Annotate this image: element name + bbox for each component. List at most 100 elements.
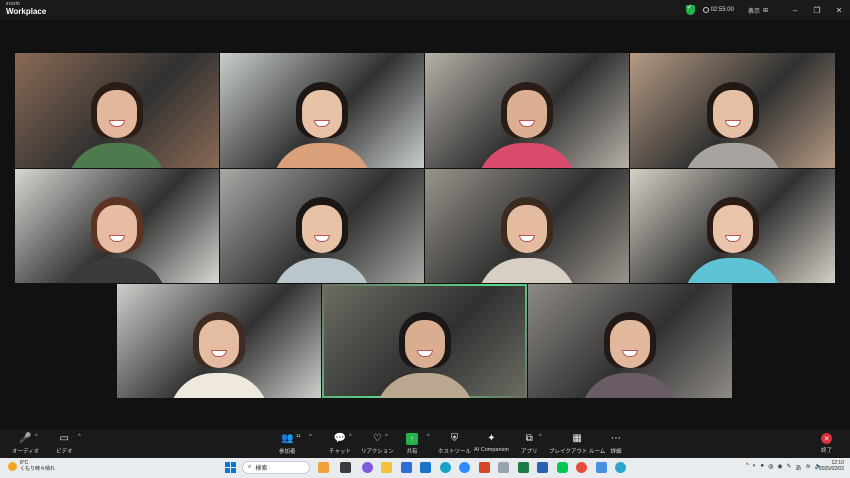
video-tile[interactable]: [528, 284, 732, 398]
ime-indicator[interactable]: あ: [795, 463, 801, 472]
system-clock[interactable]: 12:10 2025/02/02: [819, 460, 844, 473]
breakout-label: ブレイクアウト ルーム: [549, 449, 606, 455]
chat-icon: 💬: [333, 433, 347, 444]
face: [507, 90, 547, 138]
host-tools-button[interactable]: ⛨ ホストツール: [438, 433, 471, 456]
video-tile[interactable]: [630, 53, 835, 168]
ai-companion-label: AI Companion: [474, 447, 509, 453]
camera-icon: ▭: [59, 433, 69, 444]
taskbar-app-icon[interactable]: [401, 462, 412, 473]
title-bar: zoom Workplace 02:55:00 表示 ⊞ – ❐ ✕: [0, 0, 850, 20]
video-label: ビデオ: [56, 449, 73, 455]
meeting-timer: 02:55:00: [702, 7, 734, 13]
chat-options-caret[interactable]: ^: [349, 434, 352, 440]
face: [97, 90, 137, 138]
video-tile[interactable]: [220, 169, 424, 283]
reactions-options-caret[interactable]: ^: [385, 434, 388, 440]
taskbar-app-icon[interactable]: [498, 462, 509, 473]
participant-10: [370, 298, 480, 398]
participant-5: [62, 183, 172, 283]
shirt: [477, 143, 577, 168]
app-logo: zoom Workplace: [6, 2, 46, 16]
reactions-button[interactable]: ♡ リアクション: [361, 433, 394, 456]
shirt: [67, 143, 167, 168]
taskbar-app-icon[interactable]: [596, 462, 607, 473]
participants-count: 11: [296, 433, 301, 438]
breakout-rooms-button[interactable]: ▦ ブレイクアウト ルーム: [549, 433, 606, 456]
audio-label: オーディオ: [12, 449, 40, 455]
security-shield-icon[interactable]: [685, 3, 695, 15]
close-button[interactable]: ✕: [828, 6, 850, 15]
zoom-icon[interactable]: [459, 462, 470, 473]
participant-7: [472, 183, 582, 283]
tray-app-icon[interactable]: ●: [760, 463, 764, 472]
participant-11: [575, 298, 685, 398]
shirt: [169, 373, 269, 398]
ai-companion-button[interactable]: ✦ AI Companion: [474, 433, 509, 454]
more-button[interactable]: ⋯ 詳細: [610, 433, 622, 456]
participant-4: [678, 68, 788, 168]
tray-app-icon[interactable]: ◍: [768, 463, 773, 472]
face: [712, 205, 753, 253]
chrome-icon[interactable]: [576, 462, 587, 473]
video-tile[interactable]: [15, 169, 219, 283]
video-tile[interactable]: [117, 284, 321, 398]
share-options-caret[interactable]: ^: [427, 434, 430, 440]
video-tile-active-speaker[interactable]: [322, 284, 527, 398]
face: [302, 90, 342, 138]
video-options-caret[interactable]: ^: [78, 434, 81, 440]
word-icon[interactable]: [537, 462, 548, 473]
video-tile[interactable]: [425, 53, 629, 168]
video-tile[interactable]: [425, 169, 629, 283]
wifi-icon[interactable]: ≋: [805, 463, 810, 472]
excel-icon[interactable]: [518, 462, 529, 473]
shirt: [682, 258, 783, 283]
video-button[interactable]: ▭ ビデオ: [56, 433, 73, 456]
maximize-button[interactable]: ❐: [806, 6, 828, 15]
taskbar-app-icon[interactable]: [340, 462, 351, 473]
line-icon[interactable]: [557, 462, 568, 473]
taskbar-app-icon[interactable]: [318, 462, 329, 473]
windows-start-icon[interactable]: [225, 462, 236, 473]
taskbar-app-icon[interactable]: [615, 462, 626, 473]
pen-icon[interactable]: ✎: [786, 463, 791, 472]
participants-button[interactable]: 👥 参加者: [279, 433, 296, 456]
weather-sun-icon: [8, 461, 17, 471]
outlook-icon[interactable]: [420, 462, 431, 473]
participant-2: [267, 68, 377, 168]
edge-icon[interactable]: [440, 462, 451, 473]
weather-widget[interactable]: 8°C くもり時々晴れ: [8, 460, 55, 472]
tray-app-icon[interactable]: ◐: [753, 463, 757, 472]
chat-button[interactable]: 💬 チャット: [329, 433, 351, 456]
tray-chevron-icon[interactable]: ^: [746, 463, 749, 472]
participants-options-caret[interactable]: ^: [309, 434, 312, 440]
apps-button[interactable]: ⧉ アプリ: [521, 433, 538, 456]
shirt: [580, 373, 680, 398]
audio-options-caret[interactable]: ^: [35, 434, 38, 440]
tray-app-icon[interactable]: ◉: [777, 463, 782, 472]
view-button[interactable]: 表示 ⊞: [748, 6, 768, 15]
share-button[interactable]: ↑ 共有: [406, 433, 418, 455]
file-explorer-icon[interactable]: [381, 462, 392, 473]
apps-label: アプリ: [521, 449, 538, 455]
video-tile[interactable]: [220, 53, 424, 168]
taskbar-search[interactable]: ⌕ 検索: [242, 461, 310, 474]
face: [97, 205, 137, 253]
microphone-muted-icon: 🎤: [19, 433, 32, 444]
powerpoint-icon[interactable]: [479, 462, 490, 473]
participant-1: [62, 68, 172, 168]
system-tray: ^ ◐ ● ◍ ◉ ✎ あ ≋ 🔈: [746, 463, 822, 472]
share-screen-icon: ↑: [406, 433, 418, 445]
participant-6: [267, 183, 377, 283]
apps-options-caret[interactable]: ^: [539, 434, 542, 440]
weather-desc: くもり時々晴れ: [20, 466, 56, 472]
minimize-button[interactable]: –: [784, 6, 806, 15]
end-button[interactable]: ✕ 終了: [821, 433, 832, 454]
video-tile[interactable]: [630, 169, 835, 283]
video-tile[interactable]: [15, 53, 219, 168]
os-taskbar: 8°C くもり時々晴れ ⌕ 検索 ^ ◐ ● ◍ ◉ ✎ あ ≋ 🔈 12:10…: [0, 458, 850, 478]
face: [302, 205, 342, 253]
copilot-icon[interactable]: [362, 462, 373, 473]
shirt: [67, 258, 167, 283]
more-dots-icon: ⋯: [611, 433, 621, 444]
